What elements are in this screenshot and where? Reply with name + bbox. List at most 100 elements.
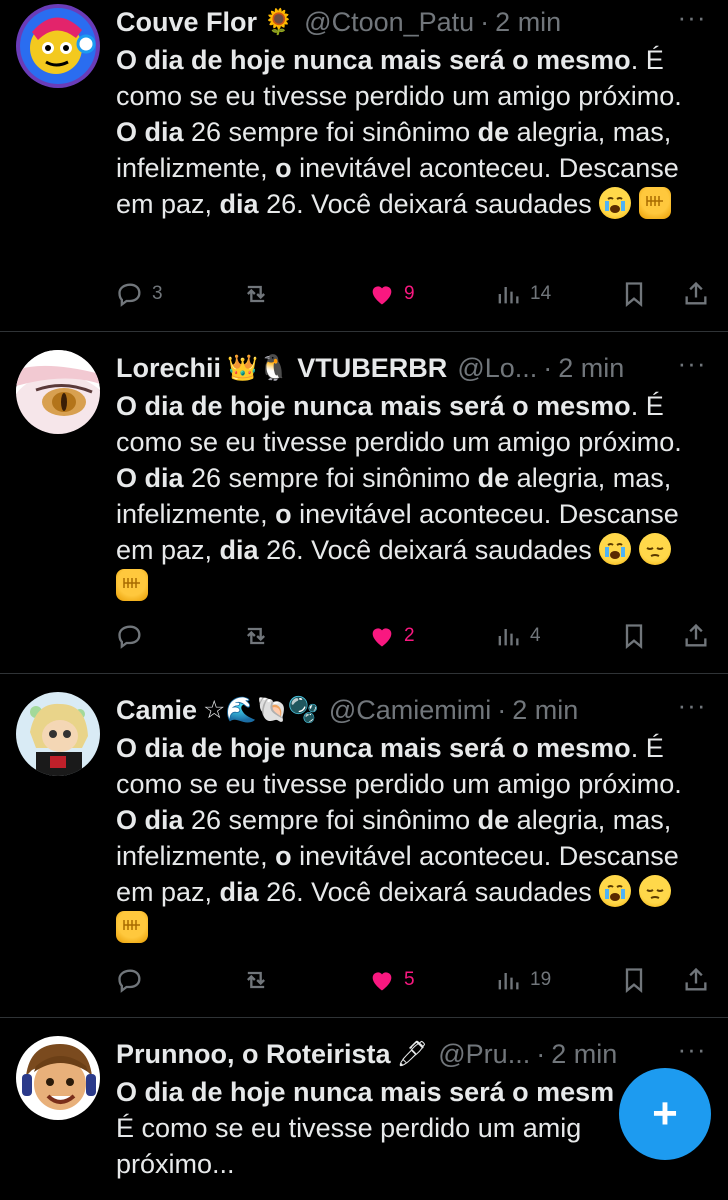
reply-button[interactable] (116, 960, 144, 1000)
tweet[interactable]: Couve Flor 🌻 @Ctoon_Patu · 2 min ··· O d… (0, 0, 728, 330)
crying-face-icon (599, 875, 632, 907)
tweet-text: O dia de hoje nunca mais será o mesmo. É… (116, 730, 696, 946)
views-button[interactable]: 4 (494, 616, 541, 656)
more-options-icon[interactable]: ··· (674, 690, 710, 730)
views-button[interactable]: 14 (494, 274, 551, 314)
handle[interactable]: @Pru... (438, 1039, 530, 1070)
views-bar-chart-icon (498, 629, 519, 646)
reply-icon (118, 969, 141, 993)
display-name[interactable]: Prunnoo, o Roteirista (116, 1039, 391, 1070)
display-name[interactable]: Couve Flor (116, 7, 257, 38)
avatar[interactable] (16, 4, 100, 88)
compose-button[interactable]: + (619, 1068, 711, 1160)
heart-filled-icon (372, 286, 392, 305)
share-button[interactable] (682, 960, 710, 1000)
like-count: 2 (404, 625, 415, 646)
reply-button[interactable]: 3 (116, 274, 163, 314)
share-icon (685, 967, 707, 991)
pensive-face-icon (639, 533, 672, 565)
retweet-button[interactable] (242, 274, 270, 314)
bookmark-button[interactable] (620, 960, 648, 1000)
separator-dot: · (536, 1038, 546, 1069)
tweet-text-bold: O dia (116, 463, 184, 493)
like-button[interactable]: 2 (368, 616, 415, 656)
like-count: 5 (404, 969, 415, 990)
views-button[interactable]: 19 (494, 960, 551, 1000)
tweet-text-segment: 26. Você deixará saudades (258, 535, 600, 565)
tweet-text-line: É como se eu tivesse perdido um amig (116, 1113, 582, 1143)
share-button[interactable] (682, 616, 710, 656)
raised-fist-icon (639, 187, 672, 219)
heart-filled-icon (372, 628, 392, 647)
raised-fist-icon (116, 569, 148, 601)
separator-dot: · (543, 352, 553, 383)
more-options-icon[interactable]: ··· (674, 2, 710, 42)
tweet[interactable]: Lorechii 👑🐧 VTUBERBR @Lo... · 2 min ··· … (0, 332, 728, 673)
like-button[interactable]: 9 (368, 274, 415, 314)
raised-fist-icon (116, 911, 148, 943)
tweet-header: Camie ☆🌊🐚🫧 @Camiemimi · 2 min ··· (116, 690, 710, 730)
crown-penguin-icon: 👑🐧 (227, 353, 290, 382)
avatar[interactable] (16, 350, 100, 434)
crying-face-icon (599, 187, 632, 219)
like-count: 9 (404, 283, 415, 304)
tweet-text: O dia de hoje nunca mais será o mesmo. É… (116, 42, 696, 222)
tweet-text-bold: O dia de hoje nunca mais será o mesmo (116, 391, 631, 421)
timestamp[interactable]: 2 min (551, 1039, 617, 1070)
tweet-text-bold: o (275, 841, 292, 871)
avatar[interactable] (16, 1036, 100, 1120)
pen-icon: 🖊 (396, 1039, 429, 1068)
view-count: 4 (530, 625, 541, 646)
display-name[interactable]: Lorechii (116, 353, 221, 384)
heart-filled-icon (372, 972, 392, 991)
display-name[interactable]: Camie (116, 695, 197, 726)
tweet-text-bold: O dia de hoje nunca mais será o mesmo (116, 45, 631, 75)
avatar[interactable] (16, 692, 100, 776)
more-options-icon[interactable]: ··· (674, 348, 710, 388)
reply-button[interactable] (116, 616, 144, 656)
handle[interactable]: @Ctoon_Patu (304, 7, 474, 38)
reply-icon (118, 283, 141, 307)
bookmark-icon (625, 282, 643, 307)
tweet-header: Prunnoo, o Roteirista 🖊 @Pru... · 2 min … (116, 1034, 710, 1074)
action-bar: 5 19 (116, 960, 710, 1000)
tweet-text-bold: de (477, 463, 510, 493)
more-options-icon[interactable]: ··· (674, 1034, 710, 1074)
tweet[interactable]: Camie ☆🌊🐚🫧 @Camiemimi · 2 min ··· O dia … (0, 674, 728, 1016)
view-count: 19 (530, 969, 552, 990)
tweet-text-bold: de (477, 805, 510, 835)
retweet-icon (247, 285, 265, 303)
share-button[interactable] (682, 274, 710, 314)
retweet-icon (247, 971, 265, 989)
reply-icon (118, 625, 141, 649)
retweet-button[interactable] (242, 616, 270, 656)
tweet-header: Lorechii 👑🐧 VTUBERBR @Lo... · 2 min ··· (116, 348, 710, 388)
action-bar: 2 4 (116, 616, 710, 656)
tweet-header: Couve Flor 🌻 @Ctoon_Patu · 2 min ··· (116, 2, 710, 42)
bookmark-button[interactable] (620, 274, 648, 314)
bookmark-button[interactable] (620, 616, 648, 656)
tweet-text-bold: dia (219, 877, 259, 907)
timestamp[interactable]: 2 min (558, 353, 624, 384)
handle[interactable]: @Camiemimi (329, 695, 491, 726)
tweet-text-segment: 26 sempre foi sinônimo (183, 117, 478, 147)
tweet-text-bold: O dia (116, 805, 184, 835)
display-name-suffix[interactable]: VTUBERBR (297, 353, 447, 384)
crying-face-icon (599, 533, 632, 565)
timestamp[interactable]: 2 min (495, 7, 561, 38)
share-icon (685, 281, 707, 305)
tweet-text: O dia de hoje nunca mais será o mesm É c… (116, 1074, 696, 1182)
bookmark-icon (625, 624, 643, 649)
tweet-text-segment: 26. Você deixará saudades (258, 877, 600, 907)
retweet-icon (247, 627, 265, 645)
timestamp[interactable]: 2 min (512, 695, 578, 726)
view-count: 14 (530, 283, 552, 304)
like-button[interactable]: 5 (368, 960, 415, 1000)
tweet-text-segment: 26. Você deixará saudades (258, 189, 600, 219)
star-wave-shell-bubbles-icon: ☆🌊🐚🫧 (203, 695, 319, 724)
views-bar-chart-icon (498, 973, 519, 990)
tweet-text-line: próximo... (116, 1149, 235, 1179)
retweet-button[interactable] (242, 960, 270, 1000)
handle[interactable]: @Lo... (457, 353, 537, 384)
tweet-text-bold: dia (219, 535, 259, 565)
